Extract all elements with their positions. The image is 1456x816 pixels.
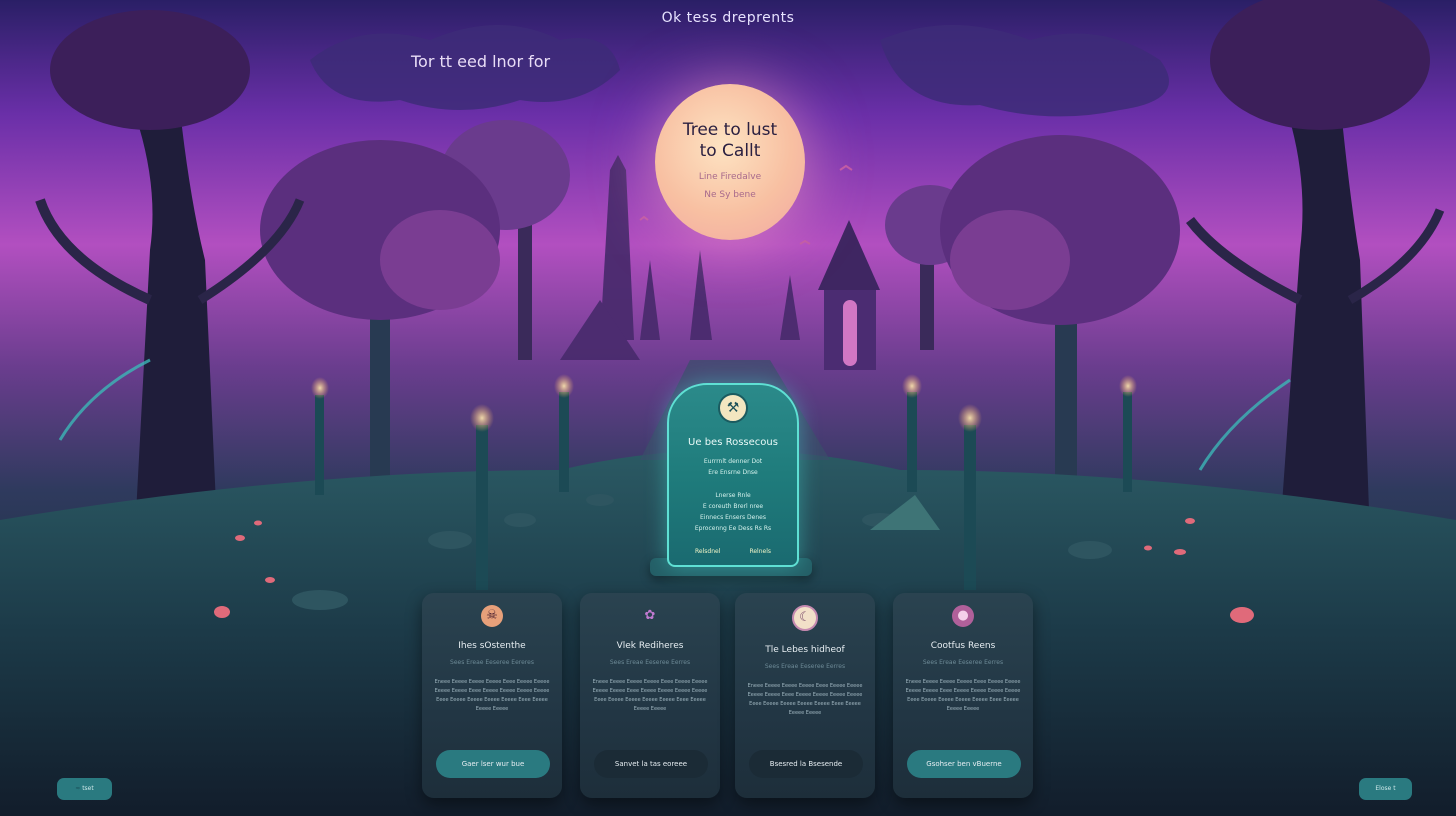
option-card-3[interactable]: ☾ Tle Lebes hidheof Sees Ereae Eeseree E… <box>735 593 875 798</box>
card-title: Cootfus Reens <box>930 641 996 651</box>
card-body: Eneee Eeeee Eeeee Eeeee Eeee Eeeee Eeeee… <box>905 679 1021 712</box>
tombstone-line: Eprocenng Ee Dess Rs Rs <box>694 525 772 532</box>
tagline: Tor tt eed lnor for <box>411 52 551 71</box>
card-body: Eneee Eeeee Eeeee Eeeee Eeee Eeeee Eeeee… <box>434 679 550 712</box>
skull-icon: ☠ <box>481 605 503 627</box>
tombstone-line: Lnerse Rnle <box>715 492 751 499</box>
corner-button-left[interactable]: ≈ tset <box>57 778 112 800</box>
option-card-4[interactable]: ● Cootfus Reens Sees Ereae Eeseree Eerre… <box>893 593 1033 798</box>
card-body: Eneee Eeeee Eeeee Eeeee Eeee Eeeee Eeeee… <box>747 683 863 716</box>
moon-icon: ☾ <box>792 605 818 631</box>
corner-button-left-label: tset <box>82 785 94 792</box>
tombstone-title: Ue bes Rossecous <box>688 437 778 448</box>
moon-subline-2: Ne Sy bene <box>704 190 756 200</box>
card-subtitle: Sees Ereae Eeseree Eereres <box>450 659 534 666</box>
option-card-2[interactable]: ✿ Vlek Rediheres Sees Ereae Eeseree Eerr… <box>580 593 720 798</box>
option-cards: ☠ Ihes sOstenthe Sees Ereae Eeseree Eere… <box>422 593 1038 803</box>
card-title: Ihes sOstenthe <box>458 641 526 651</box>
card-action-button[interactable]: Bsesred la Bsesende <box>749 750 863 778</box>
tombstone-footer-right[interactable]: Relnels <box>749 548 771 555</box>
option-card-1[interactable]: ☠ Ihes sOstenthe Sees Ereae Eeseree Eere… <box>422 593 562 798</box>
card-action-button[interactable]: Gaer lser wur bue <box>436 750 550 778</box>
corner-button-right[interactable]: Elose t <box>1359 778 1412 800</box>
card-action-button[interactable]: Gsohser ben vBuerne <box>907 750 1021 778</box>
game-title: Ok tess dreprents <box>661 10 795 26</box>
ghost-icon: ● <box>952 605 974 627</box>
card-subtitle: Sees Ereae Eeseree Eerres <box>922 659 1004 666</box>
game-scene: Ok tess dreprents Tor tt eed lnor for Tr… <box>0 0 1456 816</box>
tombstone-line: Ere Ensrne Dnse <box>708 469 758 476</box>
tombstone-footer-left[interactable]: Relsdnel <box>695 548 720 555</box>
tombstone-panel[interactable]: ⚒ Ue bes Rossecous Eurrrnlt denner Dot E… <box>667 383 799 567</box>
leaf-icon: ✿ <box>644 608 656 623</box>
card-subtitle: Sees Ereae Eeseree Eerres <box>609 659 691 666</box>
moon-panel: Tree to lust to Callt Line Firedalve Ne … <box>655 84 805 240</box>
card-subtitle: Sees Ereae Eeseree Eerres <box>764 663 846 670</box>
wave-icon: ≈ <box>75 785 81 792</box>
card-title: Vlek Rediheres <box>616 641 684 651</box>
corner-button-right-label: Elose t <box>1375 785 1396 792</box>
card-action-button[interactable]: Sanvet la tas eoreee <box>594 750 708 778</box>
tombstone-line: E coreuth Brerl nree <box>702 503 764 510</box>
tombstone-line: Eurrrnlt denner Dot <box>703 458 763 465</box>
moon-heading: Tree to lust to Callt <box>682 120 778 161</box>
moon-subline-1: Line Firedalve <box>698 172 762 182</box>
chapel <box>818 220 880 370</box>
tombstone-line: Einnecs Ensers Denes <box>700 514 766 521</box>
card-title: Tle Lebes hidheof <box>765 645 845 655</box>
pickaxe-icon: ⚒ <box>718 393 748 423</box>
card-body: Eneee Eeeee Eeeee Eeeee Eeee Eeeee Eeeee… <box>592 679 708 712</box>
